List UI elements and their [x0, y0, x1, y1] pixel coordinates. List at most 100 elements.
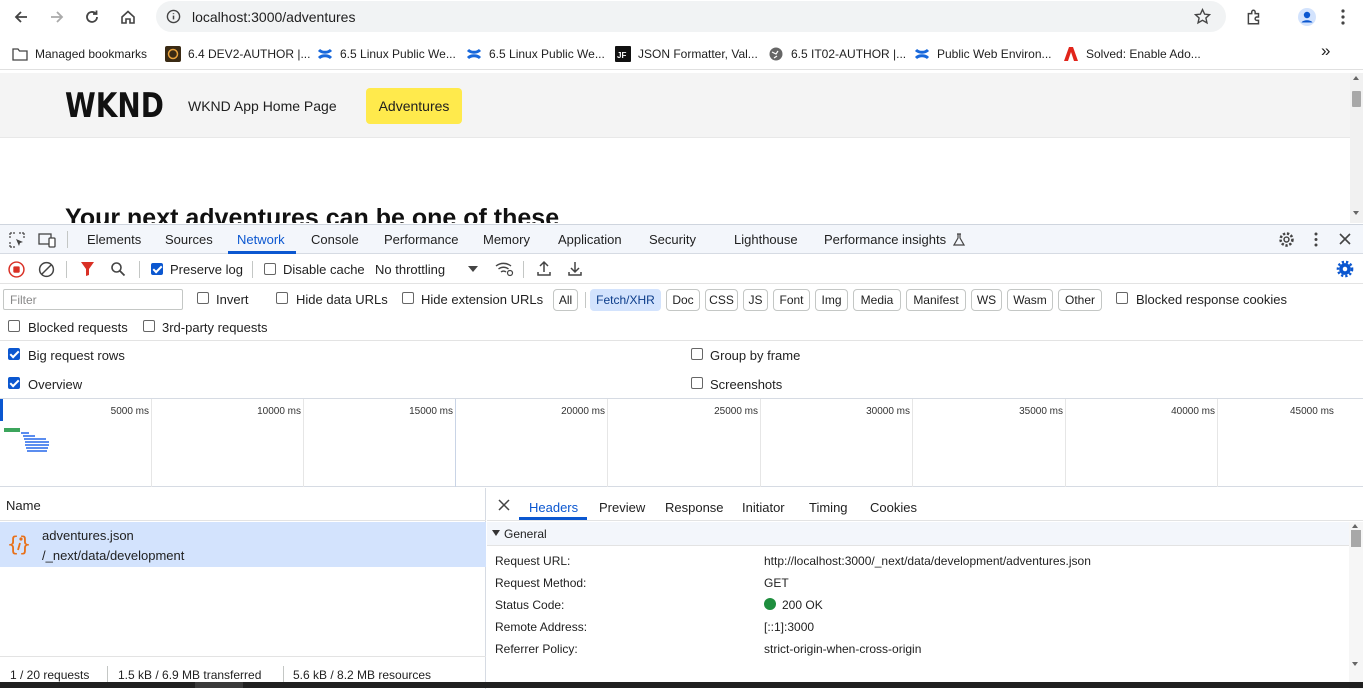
close-details-icon[interactable]	[498, 499, 510, 511]
site-info-icon[interactable]	[166, 9, 181, 24]
preserve-log-label[interactable]: Preserve log	[170, 262, 243, 277]
hide-extension-urls-label[interactable]: Hide extension URLs	[421, 292, 543, 307]
table-row[interactable]: {} adventures.json /_next/data/developme…	[0, 522, 486, 567]
blocked-response-cookies-label[interactable]: Blocked response cookies	[1136, 292, 1287, 307]
close-devtools-icon[interactable]	[1338, 232, 1352, 246]
filter-type-font[interactable]: Font	[773, 289, 810, 311]
tab-performance[interactable]: Performance	[384, 232, 458, 247]
disable-cache-checkbox[interactable]	[264, 263, 276, 275]
group-by-frame-label[interactable]: Group by frame	[710, 348, 800, 363]
filter-type-img[interactable]: Img	[815, 289, 848, 311]
blocked-response-cookies-checkbox[interactable]	[1116, 292, 1128, 304]
hide-extension-urls-checkbox[interactable]	[402, 292, 414, 304]
back-icon[interactable]	[7, 3, 35, 31]
import-har-icon[interactable]	[536, 260, 552, 277]
disable-cache-label[interactable]: Disable cache	[283, 262, 365, 277]
scroll-up-icon[interactable]	[1353, 76, 1359, 80]
hide-data-urls-label[interactable]: Hide data URLs	[296, 292, 388, 307]
address-bar[interactable]: localhost:3000/adventures	[156, 1, 1226, 32]
page-scrollbar-thumb[interactable]	[1352, 91, 1361, 107]
overview-label[interactable]: Overview	[28, 377, 82, 392]
tab-performance-insights[interactable]: Performance insights	[824, 232, 946, 247]
bookmark-item[interactable]: JF JSON Formatter, Val...	[615, 45, 758, 63]
tab-lighthouse[interactable]: Lighthouse	[734, 232, 798, 247]
extensions-icon[interactable]	[1240, 3, 1268, 31]
clear-icon[interactable]	[38, 261, 55, 278]
filter-type-fetch-xhr[interactable]: Fetch/XHR	[590, 289, 661, 311]
chevron-down-icon[interactable]	[468, 266, 478, 272]
bookmark-item[interactable]: 6.5 Linux Public We...	[317, 45, 456, 63]
network-settings-gear-icon[interactable]	[1336, 260, 1354, 278]
more-bookmarks-button[interactable]: »	[1321, 41, 1330, 60]
tab-timing[interactable]: Timing	[809, 500, 848, 515]
tab-initiator[interactable]: Initiator	[742, 500, 785, 515]
name-column-header[interactable]: Name	[6, 498, 41, 513]
devtools-menu-icon[interactable]	[1314, 232, 1318, 247]
bookmark-item[interactable]: 6.5 Linux Public We...	[466, 45, 605, 63]
tab-console[interactable]: Console	[311, 232, 359, 247]
tab-preview[interactable]: Preview	[599, 500, 645, 515]
network-conditions-icon[interactable]	[495, 261, 514, 277]
home-page-link[interactable]: WKND App Home Page	[188, 98, 337, 114]
overview-checkbox[interactable]	[8, 377, 20, 389]
bookmark-item[interactable]: 6.5 IT02-AUTHOR |...	[768, 45, 906, 63]
preserve-log-checkbox[interactable]	[151, 263, 163, 275]
filter-type-all[interactable]: All	[553, 289, 578, 311]
hide-data-urls-checkbox[interactable]	[276, 292, 288, 304]
blocked-requests-label[interactable]: Blocked requests	[28, 320, 128, 335]
tab-sources[interactable]: Sources	[165, 232, 213, 247]
filter-type-manifest[interactable]: Manifest	[906, 289, 966, 311]
filter-type-doc[interactable]: Doc	[666, 289, 700, 311]
details-scrollbar-thumb[interactable]	[1351, 530, 1361, 547]
site-logo[interactable]: WKND	[65, 86, 164, 126]
overview-selection-handle[interactable]	[0, 399, 3, 421]
screenshots-checkbox[interactable]	[691, 377, 703, 389]
tab-response[interactable]: Response	[665, 500, 724, 515]
tab-headers[interactable]: Headers	[529, 500, 578, 515]
tab-application[interactable]: Application	[558, 232, 622, 247]
inspect-element-icon[interactable]	[8, 231, 26, 249]
filter-type-ws[interactable]: WS	[971, 289, 1002, 311]
third-party-requests-checkbox[interactable]	[143, 320, 155, 332]
forward-icon[interactable]	[43, 3, 71, 31]
page-scrollbar[interactable]	[1350, 73, 1363, 223]
scroll-down-icon[interactable]	[1353, 211, 1359, 215]
third-party-requests-label[interactable]: 3rd-party requests	[162, 320, 268, 335]
tab-elements[interactable]: Elements	[87, 232, 141, 247]
tab-security[interactable]: Security	[649, 232, 696, 247]
details-scrollbar[interactable]	[1349, 522, 1363, 689]
throttling-select[interactable]: No throttling	[375, 262, 445, 277]
settings-gear-icon[interactable]	[1278, 231, 1295, 248]
filter-input[interactable]: Filter	[3, 289, 183, 310]
adventures-button[interactable]: Adventures	[366, 88, 462, 124]
big-request-rows-checkbox[interactable]	[8, 348, 20, 360]
blocked-requests-checkbox[interactable]	[8, 320, 20, 332]
filter-type-wasm[interactable]: Wasm	[1007, 289, 1053, 311]
bookmark-item[interactable]: 6.4 DEV2-AUTHOR |...	[165, 45, 310, 63]
filter-type-other[interactable]: Other	[1058, 289, 1102, 311]
reload-icon[interactable]	[78, 3, 106, 31]
taskbar-item[interactable]	[195, 682, 243, 688]
request-name[interactable]: adventures.json	[42, 528, 134, 543]
filter-type-js[interactable]: JS	[743, 289, 768, 311]
group-by-frame-checkbox[interactable]	[691, 348, 703, 360]
profile-avatar-icon[interactable]	[1293, 3, 1321, 31]
tab-network[interactable]: Network	[237, 232, 285, 247]
network-overview-timeline[interactable]: 5000 ms 10000 ms 15000 ms 20000 ms 25000…	[0, 399, 1363, 487]
tab-cookies[interactable]: Cookies	[870, 500, 917, 515]
record-stop-icon[interactable]	[8, 261, 25, 278]
home-icon[interactable]	[114, 3, 142, 31]
bookmark-star-icon[interactable]	[1194, 8, 1211, 25]
device-toolbar-icon[interactable]	[38, 231, 56, 249]
general-section-header[interactable]: General	[487, 522, 1349, 546]
search-icon[interactable]	[110, 261, 126, 277]
big-request-rows-label[interactable]: Big request rows	[28, 348, 125, 363]
invert-label[interactable]: Invert	[216, 292, 249, 307]
invert-checkbox[interactable]	[197, 292, 209, 304]
tab-memory[interactable]: Memory	[483, 232, 530, 247]
filter-type-css[interactable]: CSS	[705, 289, 738, 311]
bookmark-managed[interactable]: Managed bookmarks	[12, 45, 147, 63]
scroll-up-icon[interactable]	[1352, 524, 1358, 528]
bookmark-item[interactable]: Solved: Enable Ado...	[1063, 45, 1201, 63]
filter-type-media[interactable]: Media	[853, 289, 901, 311]
